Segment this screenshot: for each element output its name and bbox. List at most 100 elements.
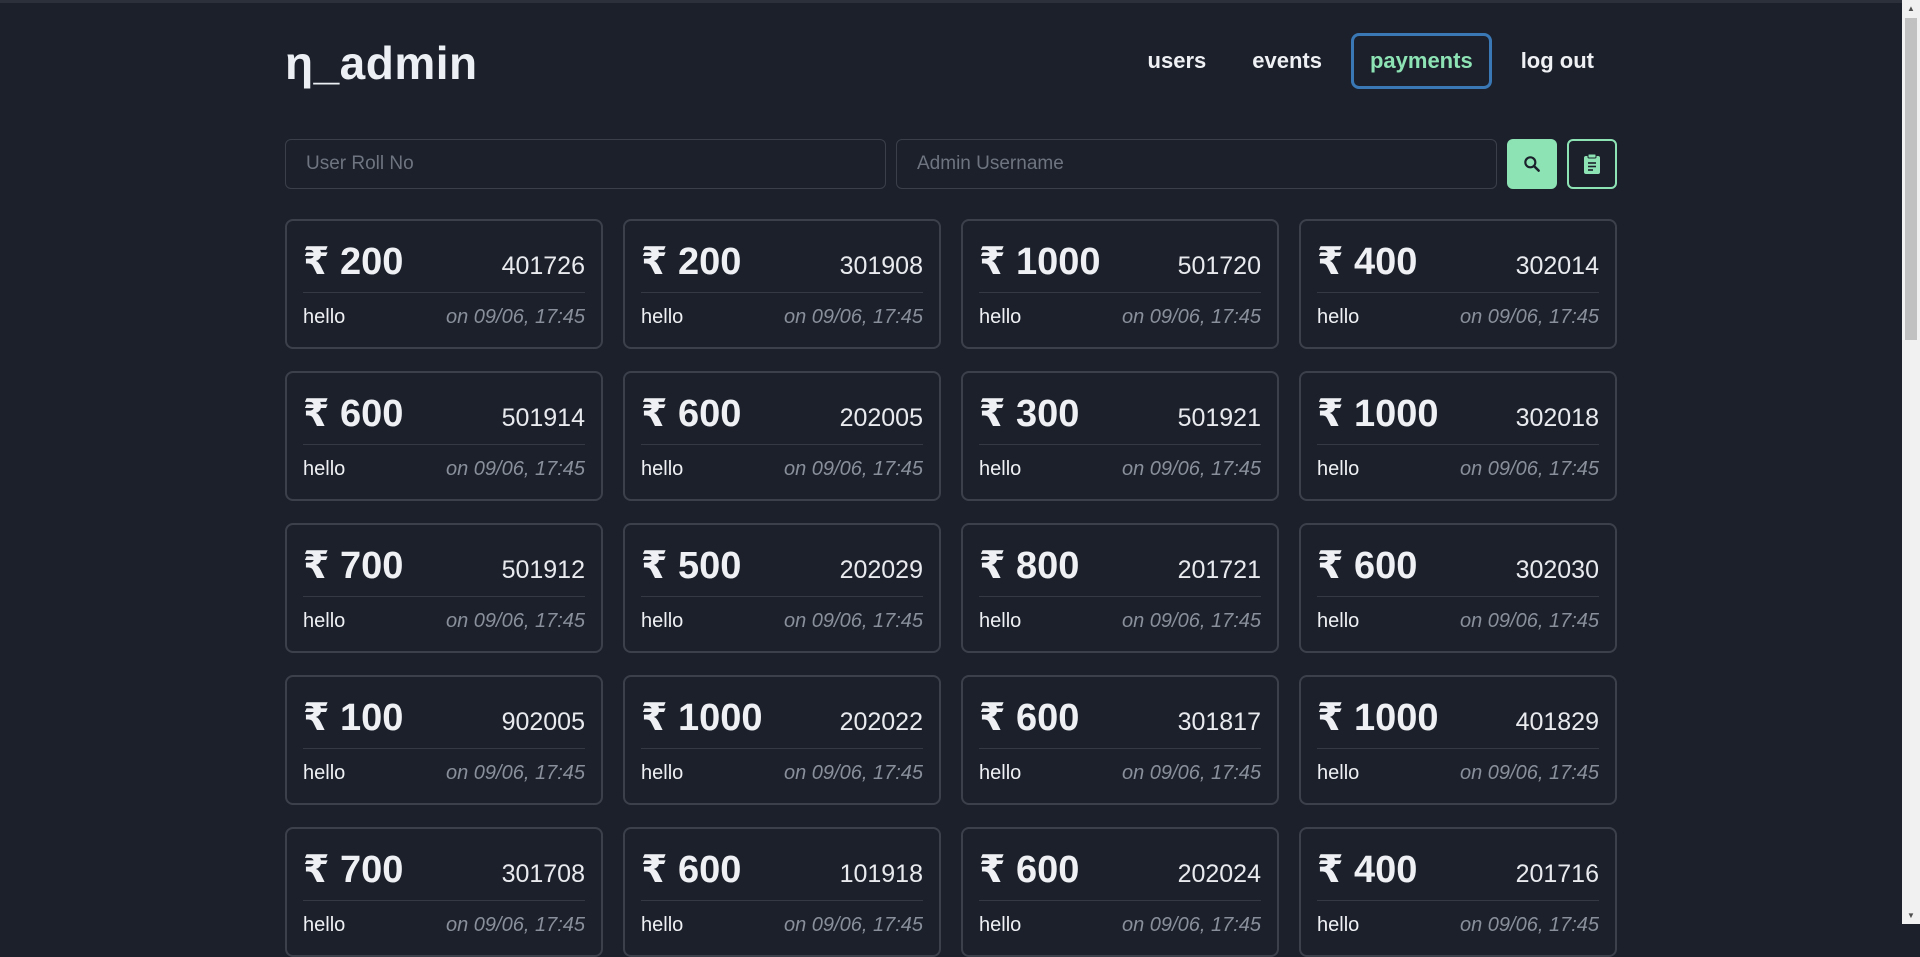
payment-roll-no: 101918: [839, 860, 923, 888]
payment-date: on 09/06, 17:45: [445, 913, 585, 936]
payment-card: ₹ 200 401726 hello on 09/06, 17:45: [285, 219, 603, 349]
payment-date: on 09/06, 17:45: [783, 305, 923, 328]
payment-amount: ₹ 600: [979, 697, 1080, 739]
payment-amount: ₹ 700: [303, 849, 404, 891]
payment-card-footer: hello on 09/06, 17:45: [979, 901, 1261, 949]
scroll-down-arrow-icon[interactable]: ▼: [1902, 907, 1920, 924]
payment-amount: ₹ 600: [979, 849, 1080, 891]
payment-card-footer: hello on 09/06, 17:45: [1317, 749, 1599, 797]
payment-card-footer: hello on 09/06, 17:45: [641, 749, 923, 797]
payment-roll-no: 902005: [501, 708, 585, 736]
payment-card-footer: hello on 09/06, 17:45: [1317, 445, 1599, 493]
payment-amount: ₹ 1000: [979, 241, 1101, 283]
payment-card-header: ₹ 600 202005: [641, 373, 923, 445]
payment-card-header: ₹ 1000 302018: [1317, 373, 1599, 445]
payment-note: hello: [303, 457, 346, 480]
payment-card-footer: hello on 09/06, 17:45: [1317, 901, 1599, 949]
scroll-up-arrow-icon[interactable]: ▲: [1902, 0, 1920, 17]
payment-card: ₹ 1000 401829 hello on 09/06, 17:45: [1299, 675, 1617, 805]
payment-date: on 09/06, 17:45: [1121, 457, 1261, 480]
payment-card-header: ₹ 600 202024: [979, 829, 1261, 901]
payment-note: hello: [1317, 305, 1360, 328]
payment-note: hello: [641, 913, 684, 936]
payment-card-footer: hello on 09/06, 17:45: [641, 597, 923, 645]
payment-card: ₹ 600 501914 hello on 09/06, 17:45: [285, 371, 603, 501]
nav-events[interactable]: events: [1229, 33, 1345, 89]
payment-date: on 09/06, 17:45: [445, 305, 585, 328]
payment-amount: ₹ 400: [1317, 241, 1418, 283]
payment-note: hello: [303, 913, 346, 936]
payment-card-header: ₹ 1000 202022: [641, 677, 923, 749]
brand-title: η_admin: [285, 37, 478, 89]
payment-amount: ₹ 600: [641, 393, 742, 435]
payment-card-header: ₹ 300 501921: [979, 373, 1261, 445]
payment-card: ₹ 600 202024 hello on 09/06, 17:45: [961, 827, 1279, 957]
payment-roll-no: 302014: [1515, 252, 1599, 280]
payment-note: hello: [1317, 457, 1360, 480]
nav-users[interactable]: users: [1125, 33, 1230, 89]
payment-note: hello: [979, 457, 1022, 480]
payment-amount: ₹ 300: [979, 393, 1080, 435]
payment-date: on 09/06, 17:45: [1459, 609, 1599, 632]
search-row: User Roll No Admin Username: [285, 139, 1617, 189]
payment-note: hello: [303, 609, 346, 632]
payment-date: on 09/06, 17:45: [445, 609, 585, 632]
payment-card: ₹ 1000 202022 hello on 09/06, 17:45: [623, 675, 941, 805]
payment-note: hello: [303, 761, 346, 784]
payment-card-footer: hello on 09/06, 17:45: [979, 445, 1261, 493]
payment-card-footer: hello on 09/06, 17:45: [641, 293, 923, 341]
payment-card-header: ₹ 600 501914: [303, 373, 585, 445]
payment-card-footer: hello on 09/06, 17:45: [979, 293, 1261, 341]
payment-date: on 09/06, 17:45: [1121, 305, 1261, 328]
scrollbar-thumb[interactable]: [1905, 18, 1917, 340]
payment-date: on 09/06, 17:45: [783, 457, 923, 480]
payment-note: hello: [641, 761, 684, 784]
payment-card-footer: hello on 09/06, 17:45: [979, 749, 1261, 797]
admin-username-input[interactable]: Admin Username: [896, 139, 1497, 189]
nav-logout[interactable]: log out: [1498, 33, 1617, 89]
payment-amount: ₹ 200: [641, 241, 742, 283]
payment-date: on 09/06, 17:45: [1459, 761, 1599, 784]
payment-card: ₹ 300 501921 hello on 09/06, 17:45: [961, 371, 1279, 501]
payment-date: on 09/06, 17:45: [1459, 913, 1599, 936]
page-scrollbar[interactable]: ▲ ▼: [1902, 0, 1920, 924]
payment-date: on 09/06, 17:45: [1459, 305, 1599, 328]
payment-card: ₹ 600 202005 hello on 09/06, 17:45: [623, 371, 941, 501]
payment-card: ₹ 500 202029 hello on 09/06, 17:45: [623, 523, 941, 653]
payment-amount: ₹ 1000: [641, 697, 763, 739]
payment-roll-no: 202022: [839, 708, 923, 736]
nav-payments[interactable]: payments: [1350, 33, 1492, 89]
payment-card-footer: hello on 09/06, 17:45: [303, 749, 585, 797]
payment-roll-no: 201716: [1515, 860, 1599, 888]
payment-amount: ₹ 100: [303, 697, 404, 739]
payment-note: hello: [641, 305, 684, 328]
search-button[interactable]: [1507, 139, 1557, 189]
payment-card: ₹ 600 101918 hello on 09/06, 17:45: [623, 827, 941, 957]
user-roll-input[interactable]: User Roll No: [285, 139, 886, 189]
payment-amount: ₹ 1000: [1317, 697, 1439, 739]
payment-card-footer: hello on 09/06, 17:45: [303, 445, 585, 493]
payment-card-header: ₹ 1000 401829: [1317, 677, 1599, 749]
payment-roll-no: 202029: [839, 556, 923, 584]
payment-card: ₹ 1000 302018 hello on 09/06, 17:45: [1299, 371, 1617, 501]
payment-card: ₹ 700 301708 hello on 09/06, 17:45: [285, 827, 603, 957]
search-icon: [1524, 156, 1540, 172]
payment-card-header: ₹ 600 302030: [1317, 525, 1599, 597]
payment-card-header: ₹ 500 202029: [641, 525, 923, 597]
payment-note: hello: [641, 457, 684, 480]
payment-roll-no: 501720: [1177, 252, 1261, 280]
payment-roll-no: 501921: [1177, 404, 1261, 432]
payment-roll-no: 401829: [1515, 708, 1599, 736]
payment-card: ₹ 600 301817 hello on 09/06, 17:45: [961, 675, 1279, 805]
payment-date: on 09/06, 17:45: [1121, 913, 1261, 936]
payment-card-header: ₹ 800 201721: [979, 525, 1261, 597]
clipboard-button[interactable]: [1567, 139, 1617, 189]
payment-card-footer: hello on 09/06, 17:45: [1317, 293, 1599, 341]
payment-amount: ₹ 600: [1317, 545, 1418, 587]
payment-card-header: ₹ 100 902005: [303, 677, 585, 749]
payment-card-footer: hello on 09/06, 17:45: [641, 901, 923, 949]
payment-note: hello: [979, 913, 1022, 936]
payment-roll-no: 302018: [1515, 404, 1599, 432]
payment-card-header: ₹ 400 302014: [1317, 221, 1599, 293]
payment-card-footer: hello on 09/06, 17:45: [979, 597, 1261, 645]
